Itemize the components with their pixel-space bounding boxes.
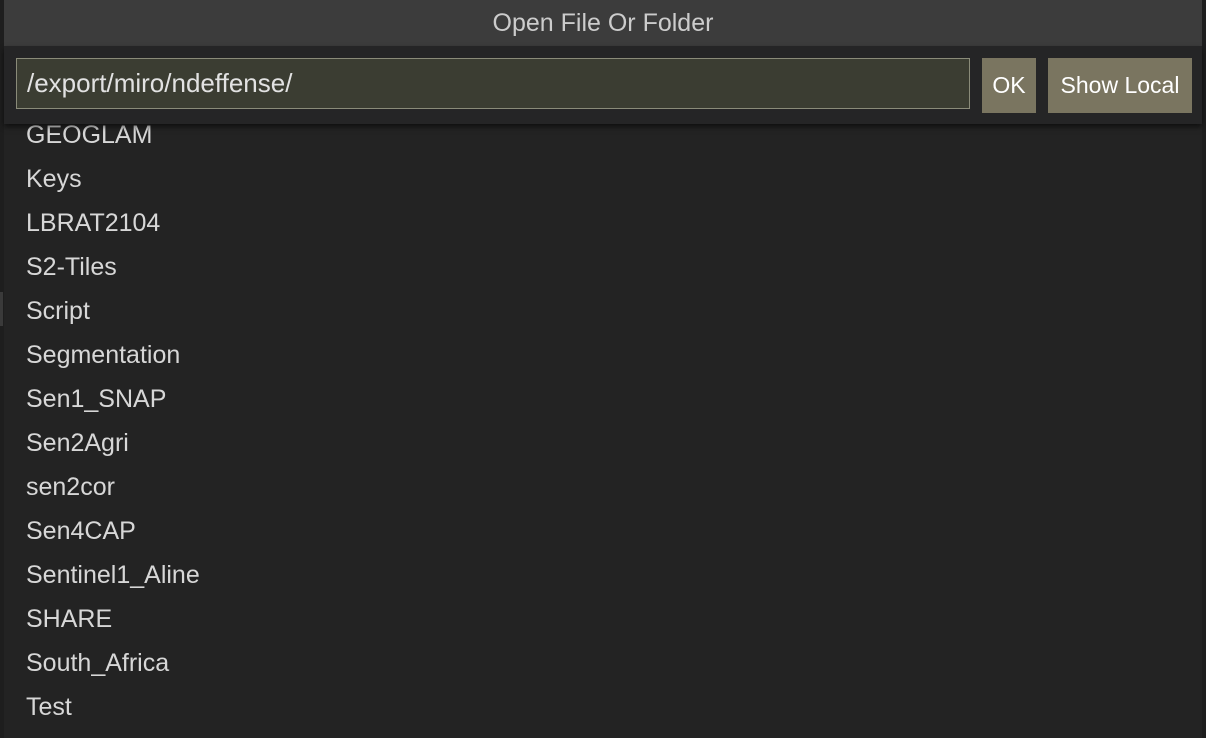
editor-edge-marker bbox=[0, 292, 3, 326]
folder-item[interactable]: Sentinel1_Aline bbox=[4, 553, 1202, 597]
folder-item[interactable]: S2-Tiles bbox=[4, 245, 1202, 289]
folder-item[interactable]: LBRAT2104 bbox=[4, 201, 1202, 245]
open-file-dialog: Open File Or Folder OK Show Local GEOGLA… bbox=[4, 0, 1202, 738]
folder-item[interactable]: Test bbox=[4, 685, 1202, 729]
folder-item[interactable]: SHARE bbox=[4, 597, 1202, 641]
folder-item[interactable]: South_Africa bbox=[4, 641, 1202, 685]
path-input-row: OK Show Local bbox=[4, 46, 1202, 124]
folder-item[interactable]: Keys bbox=[4, 157, 1202, 201]
folder-item[interactable]: Sen1_SNAP bbox=[4, 377, 1202, 421]
folder-item[interactable]: Sen2Agri bbox=[4, 421, 1202, 465]
folder-item[interactable]: Segmentation bbox=[4, 333, 1202, 377]
path-input[interactable] bbox=[16, 58, 970, 109]
dialog-title: Open File Or Folder bbox=[4, 0, 1202, 46]
folder-item[interactable]: sen2cor bbox=[4, 465, 1202, 509]
show-local-button[interactable]: Show Local bbox=[1048, 58, 1192, 113]
folder-item[interactable]: Script bbox=[4, 289, 1202, 333]
folder-list: GEOGLAM Keys LBRAT2104 S2-Tiles Script S… bbox=[4, 113, 1202, 729]
folder-item[interactable]: Sen4CAP bbox=[4, 509, 1202, 553]
ok-button[interactable]: OK bbox=[982, 58, 1036, 113]
